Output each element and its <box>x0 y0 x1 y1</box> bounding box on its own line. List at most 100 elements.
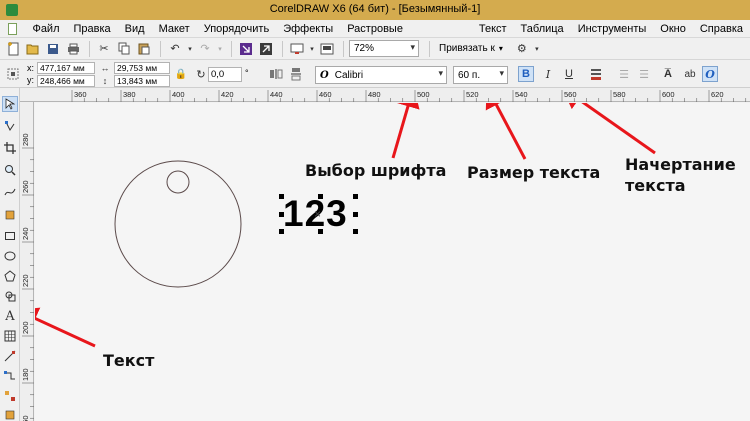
lock-ratio-icon[interactable]: 🔒 <box>173 66 189 82</box>
property-bar: x: 477,167 мм y: 248,466 мм ↔ 29,753 мм … <box>0 60 750 88</box>
document-icon[interactable] <box>8 22 18 35</box>
annotation-text-size: Размер текста <box>467 163 601 182</box>
drawing-canvas[interactable]: 123 × Выбор шрифта Размер текста Начерта… <box>35 103 750 421</box>
redo-icon[interactable]: ↷ <box>196 40 214 58</box>
paste-icon[interactable] <box>135 40 153 58</box>
numbered-list-icon[interactable]: ☰ <box>636 66 652 82</box>
standard-toolbar: ✂ ↶ ▾ ↷ ▾ ▾ 72% ▾ Привязать к ▾ ⚙ ▾ <box>0 38 750 60</box>
blend-tool-icon[interactable] <box>2 388 18 404</box>
table-tool-icon[interactable] <box>2 328 18 344</box>
y-label: y: <box>27 75 35 85</box>
text-properties-icon[interactable]: A̅ <box>660 66 676 82</box>
x-position-field[interactable]: 477,167 мм <box>37 62 95 74</box>
chevron-down-icon: ▾ <box>498 44 503 53</box>
y-position-field[interactable]: 248,466 мм <box>37 75 95 87</box>
center-marker-icon[interactable]: × <box>314 207 321 221</box>
menu-file[interactable]: Файл <box>25 20 66 38</box>
bold-button[interactable]: B <box>518 66 534 82</box>
undo-dropdown-icon[interactable]: ▾ <box>186 40 194 58</box>
menu-table[interactable]: Таблица <box>514 20 571 38</box>
welcome-screen-icon[interactable] <box>318 40 336 58</box>
selection-handle-top-middle[interactable] <box>318 194 323 199</box>
text-color-icon[interactable] <box>588 66 604 82</box>
ruler-h-label: 520 <box>466 90 479 99</box>
arrow-font-choice <box>391 103 420 159</box>
options-dropdown-icon[interactable]: ▾ <box>533 40 541 58</box>
rectangle-tool-icon[interactable] <box>2 228 18 244</box>
selection-handle-bottom-left[interactable] <box>279 229 284 234</box>
underline-button[interactable]: U <box>561 66 577 82</box>
selection-handle-top-right[interactable] <box>353 194 358 199</box>
bullet-list-icon[interactable]: ☰ <box>616 66 632 82</box>
edit-text-icon[interactable]: ab <box>682 66 698 82</box>
text-tool-icon[interactable]: A <box>2 308 18 324</box>
ruler-h-label: 460 <box>319 90 332 99</box>
menu-effects[interactable]: Эффекты <box>276 20 340 38</box>
mirror-horizontal-icon[interactable] <box>268 66 284 82</box>
menu-help[interactable]: Справка <box>693 20 750 38</box>
horizontal-ruler[interactable]: 360 380 400 420 440 460 480 500 520 540 560 580 600 6… <box>20 88 750 102</box>
ruler-h-label: 600 <box>662 90 675 99</box>
menu-bitmaps[interactable]: Растровые изображения <box>340 20 472 53</box>
undo-icon[interactable]: ↶ <box>166 40 184 58</box>
basic-shapes-tool-icon[interactable] <box>2 288 18 304</box>
menu-layout[interactable]: Макет <box>152 20 197 38</box>
redo-dropdown-icon[interactable]: ▾ <box>216 40 224 58</box>
options-gear-icon[interactable]: ⚙ <box>513 40 531 58</box>
zoom-level-select[interactable]: 72% ▾ <box>349 40 419 57</box>
height-field[interactable]: 13,843 мм <box>114 75 170 87</box>
menu-tools[interactable]: Инструменты <box>571 20 654 38</box>
snap-to-label: Привязать к <box>439 43 495 54</box>
connector-tool-icon[interactable] <box>2 368 18 384</box>
menu-view[interactable]: Вид <box>118 20 152 38</box>
font-size-select[interactable]: 60 п. ▾ <box>453 66 508 84</box>
save-icon[interactable] <box>44 40 62 58</box>
menu-window[interactable]: Окно <box>653 20 693 38</box>
freehand-tool-icon[interactable] <box>2 184 18 200</box>
ellipse-tool-icon[interactable] <box>2 248 18 264</box>
application-launcher-icon[interactable] <box>288 40 306 58</box>
selection-handle-middle-right[interactable] <box>353 212 358 217</box>
copy-icon[interactable] <box>115 40 133 58</box>
zoom-tool-icon[interactable] <box>2 162 18 178</box>
launcher-dropdown-icon[interactable]: ▾ <box>308 40 316 58</box>
selection-handle-middle-left[interactable] <box>279 212 284 217</box>
snap-to-button[interactable]: Привязать к ▾ <box>435 43 507 54</box>
selection-handle-bottom-right[interactable] <box>353 229 358 234</box>
italic-button[interactable]: I <box>540 66 556 82</box>
menu-text[interactable]: Текст <box>472 20 514 38</box>
hole-circle-shape[interactable] <box>166 170 190 194</box>
circle-shape[interactable] <box>114 160 242 288</box>
menu-edit[interactable]: Правка <box>67 20 118 38</box>
opentype-features-icon[interactable]: O <box>702 66 718 82</box>
rotation-angle-field[interactable]: 0,0 <box>208 67 242 82</box>
polygon-tool-icon[interactable] <box>2 268 18 284</box>
shape-tool-icon[interactable] <box>2 118 18 134</box>
pick-tool-icon[interactable] <box>2 96 18 112</box>
width-field[interactable]: 29,753 мм <box>114 62 170 74</box>
print-icon[interactable] <box>64 40 82 58</box>
export-icon[interactable] <box>257 40 275 58</box>
mirror-vertical-icon[interactable] <box>288 66 304 82</box>
selection-handle-top-left[interactable] <box>279 194 284 199</box>
font-family-value: Calibri <box>334 69 364 81</box>
fill-tool-icon[interactable] <box>2 406 18 421</box>
new-document-icon[interactable] <box>4 40 22 58</box>
open-folder-icon[interactable] <box>24 40 42 58</box>
ruler-v-label: 180 <box>21 368 30 381</box>
selection-handle-bottom-middle[interactable] <box>318 229 323 234</box>
toolbox: A <box>0 88 20 421</box>
horizontal-ruler-scale: 360 380 400 420 440 460 480 500 520 540 560 580 600 6… <box>71 90 747 102</box>
vertical-ruler-scale: 280 260 240 220 200 180 160 <box>21 133 34 421</box>
annotation-text-tool: Текст <box>103 351 155 370</box>
font-family-select[interactable]: O Calibri ▾ <box>315 66 447 84</box>
vertical-ruler[interactable]: 280 260 240 220 200 180 160 <box>20 102 34 421</box>
arrow-text-tool <box>35 307 96 348</box>
crop-tool-icon[interactable] <box>2 140 18 156</box>
smart-fill-tool-icon[interactable] <box>2 206 18 222</box>
object-position-icon <box>5 66 21 82</box>
cut-icon[interactable]: ✂ <box>95 40 113 58</box>
import-icon[interactable] <box>237 40 255 58</box>
dimension-tool-icon[interactable] <box>2 348 18 364</box>
menu-arrange[interactable]: Упорядочить <box>197 20 276 38</box>
